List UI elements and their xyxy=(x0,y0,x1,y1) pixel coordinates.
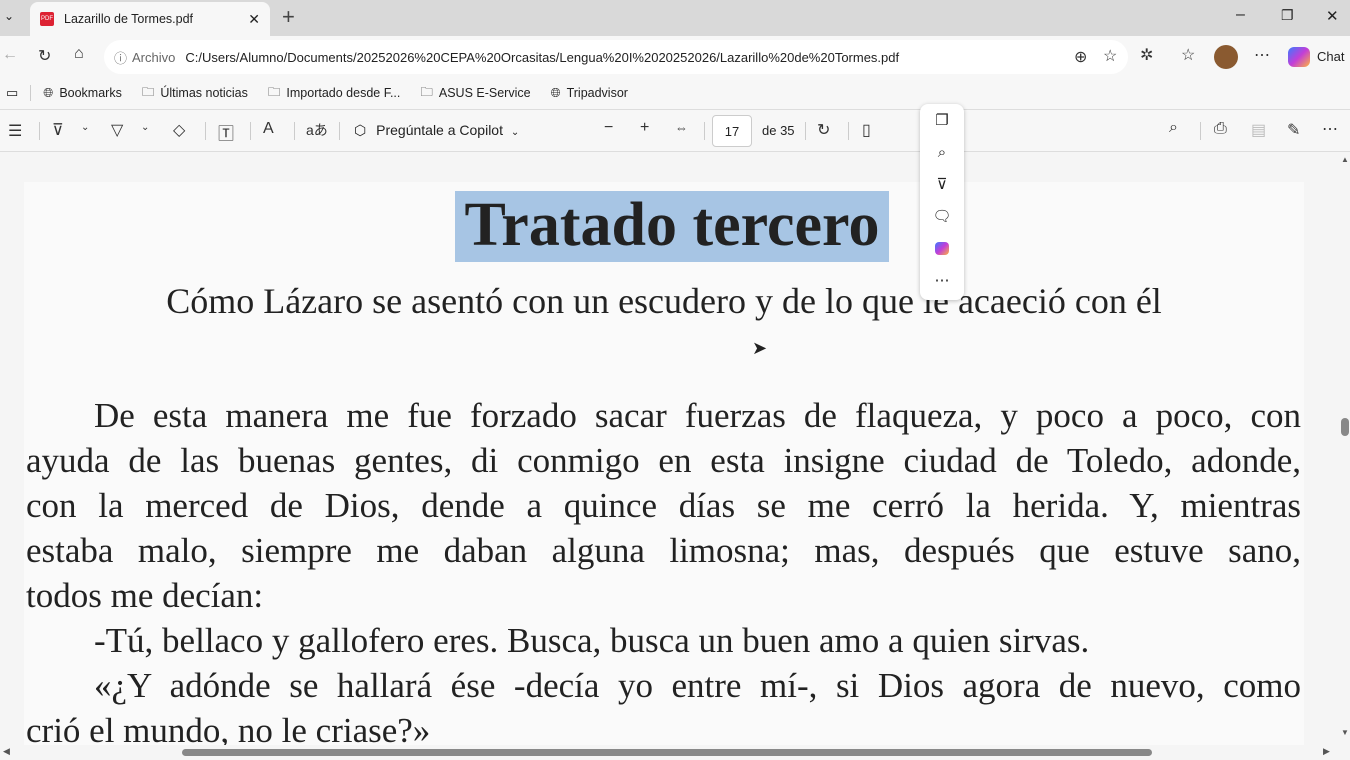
page-number-input[interactable]: 17 xyxy=(712,115,752,147)
home-icon[interactable]: ⌂ xyxy=(74,45,84,63)
restore-button[interactable]: ❐ xyxy=(1281,7,1294,24)
scroll-up-icon[interactable]: ▲ xyxy=(1341,155,1349,164)
selection-mini-toolbar: ❐ ⌕ ⊽ 🗨︎ ⋯ xyxy=(920,104,964,300)
info-icon[interactable]: ⓘ xyxy=(114,48,127,67)
tab-lazarillo[interactable]: PDF Lazarillo de Tormes.pdf ✕ xyxy=(30,2,270,36)
bookmark-label: Bookmarks xyxy=(59,86,122,100)
minimize-button[interactable]: – xyxy=(1236,6,1245,24)
page-view-icon[interactable]: ▯ xyxy=(862,120,871,140)
zoom-out-button[interactable]: − xyxy=(604,119,613,137)
chevron-down-icon[interactable]: ⌄ xyxy=(141,122,149,133)
text-line: -Tú, bellaco y gallofero eres. Busca, bu… xyxy=(94,621,1090,660)
copilot-icon[interactable] xyxy=(1288,47,1310,67)
zoom-icon[interactable]: ⊕ xyxy=(1074,47,1087,67)
collections-icon[interactable]: ▭ xyxy=(4,85,26,101)
bookmark-asus[interactable]: 🗀 ASUS E-Service xyxy=(412,83,538,104)
address-bar-row: ← ↻ ⌂ ⓘ Archivo C:/Users/Alumno/Document… xyxy=(0,36,1350,77)
bookmark-label: ASUS E-Service xyxy=(438,86,531,100)
pdf-toolbar: ☰ ⊽ ⌄ ▽ ⌄ ◇ 🅃 A aあ ⬡ Pregúntale a Copilo… xyxy=(0,110,1350,152)
translate-icon[interactable]: aあ xyxy=(306,120,328,140)
copilot-ask-button[interactable]: ⬡ Pregúntale a Copilot ⌄ xyxy=(354,122,519,139)
pdf-icon: PDF xyxy=(40,12,54,26)
mouse-cursor-icon: ➤ xyxy=(752,338,768,358)
back-icon[interactable]: ← xyxy=(2,46,18,64)
read-aloud-icon[interactable]: A xyxy=(263,120,274,138)
scroll-right-icon[interactable]: ▶ xyxy=(1323,746,1330,757)
page-count: de 35 xyxy=(762,123,795,138)
bookmark-tripadvisor[interactable]: 🌐︎ Tripadvisor xyxy=(543,86,636,101)
favorites-icon[interactable]: ☆ xyxy=(1181,45,1195,65)
close-tab-icon[interactable]: ✕ xyxy=(248,11,260,28)
chapter-subtitle: Cómo Lázaro se asentó con un escudero y … xyxy=(166,281,1162,321)
folder-icon: 🗀 xyxy=(420,84,433,99)
url-text: C:/Users/Alumno/Documents/20252026%20CEP… xyxy=(185,49,900,65)
search-icon[interactable]: ⌕ xyxy=(1169,119,1178,137)
folder-icon: 🗀 xyxy=(267,84,281,99)
file-label: Archivo xyxy=(132,49,176,65)
draw-icon[interactable]: ▽ xyxy=(111,120,123,140)
text-icon[interactable]: 🅃 xyxy=(218,120,234,144)
scroll-left-icon[interactable]: ◀ xyxy=(3,746,10,757)
text-line: De esta manera me fue forzado sacar fuer… xyxy=(94,396,1301,435)
bookmark-label: Importado desde F... xyxy=(286,86,401,100)
address-input[interactable]: ⓘ Archivo C:/Users/Alumno/Documents/2025… xyxy=(104,40,1128,74)
contents-icon[interactable]: ☰ xyxy=(8,121,22,141)
text-line: estaba malo, siempre me daban alguna lim… xyxy=(26,531,1301,570)
copy-icon[interactable]: ❐ xyxy=(920,104,964,136)
highlight-icon[interactable]: ⊽ xyxy=(52,120,64,140)
text-line: todos me decían: xyxy=(26,576,264,615)
bookmark-ultimas-noticias[interactable]: 🗀 Últimas noticias xyxy=(134,83,256,104)
comment-icon[interactable]: 🗨︎ xyxy=(920,200,964,232)
more-options-icon[interactable]: ⋯ xyxy=(1322,119,1338,139)
bookmark-bookmarks[interactable]: 🌐︎ Bookmarks xyxy=(35,86,130,101)
more-icon[interactable]: ⋯ xyxy=(1254,45,1270,65)
chevron-down-icon[interactable]: ⌄ xyxy=(81,122,89,133)
vertical-scroll-thumb[interactable] xyxy=(1341,418,1349,436)
globe-icon: 🌐︎ xyxy=(43,85,54,100)
extensions-icon[interactable]: ✲ xyxy=(1140,45,1153,65)
folder-icon: 🗀 xyxy=(141,84,155,99)
zoom-in-button[interactable]: + xyxy=(640,119,649,137)
bookmarks-bar: ▭ 🌐︎ Bookmarks 🗀 Últimas noticias 🗀 Importa… xyxy=(0,77,1350,110)
horizontal-scroll-thumb[interactable] xyxy=(182,749,1152,756)
refresh-icon[interactable]: ↻ xyxy=(38,46,51,66)
profile-avatar[interactable] xyxy=(1214,45,1238,69)
new-tab-button[interactable]: + xyxy=(282,4,295,30)
save-icon[interactable]: ▤ xyxy=(1251,120,1266,140)
text-line: con la merced de Dios, dende a quince dí… xyxy=(26,486,1301,525)
horizontal-scrollbar[interactable]: ◀ ▶ xyxy=(0,745,1350,760)
text-line: «¿Y adónde se hallará ése -decía yo entr… xyxy=(94,666,1301,705)
eraser-icon[interactable]: ◇ xyxy=(173,120,185,140)
chat-button[interactable]: Chat xyxy=(1317,49,1344,64)
save-as-icon[interactable]: ✎ xyxy=(1287,120,1300,140)
rotate-icon[interactable]: ↻ xyxy=(817,120,830,140)
highlight-icon[interactable]: ⊽ xyxy=(920,168,964,200)
more-icon[interactable]: ⋯ xyxy=(920,264,964,296)
chapter-title: Tratado tercero xyxy=(455,191,889,262)
globe-icon: 🌐︎ xyxy=(550,85,561,100)
tab-list-chevron-icon[interactable]: ⌄ xyxy=(4,9,14,23)
bookmark-label: Últimas noticias xyxy=(160,86,248,100)
tab-title: Lazarillo de Tormes.pdf xyxy=(64,12,194,26)
bookmark-importado[interactable]: 🗀 Importado desde F... xyxy=(260,83,408,104)
text-line: ayuda de las buenas gentes, di conmigo e… xyxy=(26,441,1301,480)
close-window-button[interactable]: ✕ xyxy=(1326,7,1339,25)
tab-bar: ⌄ PDF Lazarillo de Tormes.pdf ✕ + – ❐ ✕ xyxy=(0,0,1350,36)
print-icon[interactable]: ⎙ xyxy=(1214,120,1227,138)
favorite-star-icon[interactable]: ☆ xyxy=(1103,46,1117,66)
scroll-down-icon[interactable]: ▼ xyxy=(1341,728,1349,737)
copilot-ask-label: Pregúntale a Copilot xyxy=(376,122,503,138)
copilot-icon[interactable] xyxy=(920,232,964,264)
fit-width-icon[interactable]: ⇔ xyxy=(675,120,688,135)
bookmark-label: Tripadvisor xyxy=(566,86,628,100)
search-icon[interactable]: ⌕ xyxy=(920,136,964,168)
